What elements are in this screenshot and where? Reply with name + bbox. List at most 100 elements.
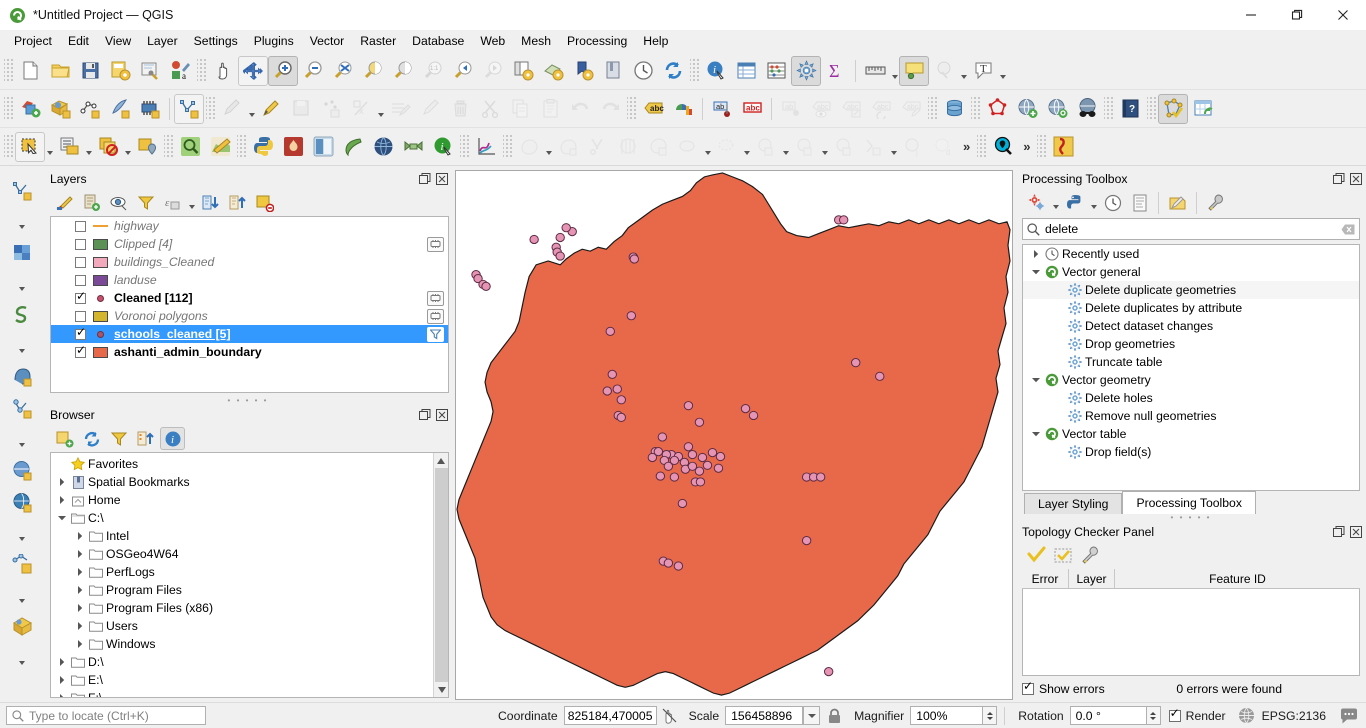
map-point-feature[interactable] [629, 254, 640, 264]
vector-tile-caret[interactable] [18, 580, 27, 610]
topology-error-list[interactable] [1022, 589, 1360, 676]
toggle-extents-icon[interactable] [657, 707, 683, 724]
zoom-in-icon[interactable] [268, 55, 298, 86]
map-point-feature[interactable] [561, 223, 571, 233]
map-point-feature[interactable] [694, 466, 705, 476]
rotation-stepper[interactable] [1145, 706, 1161, 725]
new-gpkg-layer-icon[interactable] [5, 174, 39, 206]
georeferencer-caret[interactable] [544, 132, 553, 162]
run-model-caret[interactable] [1051, 191, 1060, 214]
toolbar-grip[interactable] [4, 96, 13, 121]
browser-item[interactable]: F:\ [51, 689, 448, 697]
show-processing-toolbox-icon[interactable] [791, 55, 821, 86]
toolbar-grip[interactable] [690, 58, 699, 83]
chevron-right-icon[interactable] [73, 617, 86, 635]
add-virtual-layer-icon[interactable] [5, 392, 39, 424]
zoom-last-icon[interactable] [448, 56, 478, 86]
chevron-right-icon[interactable] [73, 635, 86, 653]
layer-visibility-checkbox[interactable] [75, 220, 86, 232]
topology-checker-icon[interactable] [982, 94, 1012, 124]
add-mesh-layer-icon[interactable] [135, 94, 165, 124]
browser-item[interactable]: Program Files [51, 581, 448, 599]
multi-edit-icon[interactable] [385, 94, 415, 124]
new-project-icon[interactable] [15, 56, 45, 86]
undo-icon[interactable] [565, 94, 595, 124]
run-model-icon[interactable] [1024, 191, 1049, 214]
layer-visibility-checkbox[interactable] [75, 256, 86, 268]
browser-item[interactable]: Program Files (x86) [51, 599, 448, 617]
map-point-feature[interactable] [801, 536, 812, 546]
map-point-feature[interactable] [616, 395, 627, 405]
refactor-fields-icon[interactable] [1188, 94, 1218, 124]
layer-visibility-checkbox[interactable] [75, 238, 86, 250]
modify-attributes-icon[interactable]: x [346, 94, 376, 124]
vector-database-icon[interactable]: d [928, 132, 958, 162]
vector-analysis-icon[interactable] [829, 132, 859, 162]
map-point-feature[interactable] [663, 461, 674, 471]
browser-item[interactable]: E:\ [51, 671, 448, 689]
map-point-feature[interactable] [715, 451, 726, 462]
identify-wms-layer-icon[interactable] [1042, 94, 1072, 124]
toggle-editing-icon[interactable] [256, 94, 286, 124]
menu-view[interactable]: View [97, 32, 139, 50]
new-print-layout-icon[interactable] [568, 56, 598, 86]
open-street-map-icon[interactable] [308, 132, 338, 162]
algorithm-group[interactable]: Vector geometry [1023, 371, 1359, 389]
style-manager-icon[interactable]: a [165, 56, 195, 86]
raster-merge-icon[interactable] [613, 132, 643, 162]
expand-all-icon[interactable] [198, 191, 223, 214]
maximize-button[interactable] [1274, 0, 1320, 30]
data-defined-override-icon[interactable] [668, 94, 698, 124]
pin-labels-icon[interactable]: ab [707, 94, 737, 124]
map-point-feature[interactable] [529, 234, 539, 245]
select-by-location-icon[interactable] [132, 132, 162, 162]
layer-item[interactable]: Voronoi polygons [51, 307, 448, 325]
layer-item[interactable]: ashanti_admin_boundary [51, 343, 448, 361]
field-calculator-icon[interactable] [761, 56, 791, 86]
layer-visibility-checkbox[interactable] [75, 344, 86, 358]
identify-features-icon[interactable]: i [701, 56, 731, 86]
raster-projections-icon[interactable] [673, 132, 703, 162]
manage-layer-visibility-icon[interactable] [106, 191, 131, 214]
check-geometries-icon[interactable] [1158, 93, 1188, 124]
map-point-feature[interactable] [815, 472, 826, 482]
vertex-tool-icon[interactable] [316, 94, 346, 124]
toolbar-grip[interactable] [971, 96, 980, 121]
cut-features-icon[interactable] [475, 94, 505, 124]
add-postgis-layer-icon[interactable] [5, 360, 39, 392]
processing-search-input[interactable] [1045, 222, 1341, 236]
vector-geometry-caret[interactable] [820, 132, 829, 162]
add-layer-caret[interactable] [18, 268, 27, 298]
render-checkbox[interactable] [1168, 707, 1181, 722]
menu-plugins[interactable]: Plugins [246, 32, 302, 50]
about-plugin-icon[interactable]: i [428, 132, 458, 162]
chevron-right-icon[interactable] [1029, 245, 1042, 263]
processing-close-icon[interactable] [1349, 172, 1362, 185]
add-spatialite-layer-icon[interactable] [5, 298, 39, 330]
chevron-down-icon[interactable] [1029, 371, 1042, 389]
select-by-expression-icon[interactable] [54, 132, 84, 162]
topology-float-icon[interactable] [1332, 525, 1345, 538]
globe-icon[interactable] [1232, 707, 1262, 724]
map-point-feature[interactable] [555, 251, 565, 261]
help-contents-icon[interactable]: ? [1115, 94, 1145, 124]
layer-item[interactable]: Clipped [4] [51, 235, 448, 253]
memory-layer-icon[interactable] [427, 290, 444, 306]
algorithm-item[interactable]: Delete duplicate geometries [1023, 281, 1359, 299]
edit-model-icon[interactable] [1165, 191, 1190, 214]
algorithm-item[interactable]: Remove null geometries [1023, 407, 1359, 425]
menu-processing[interactable]: Processing [559, 32, 635, 50]
map-point-feature[interactable] [555, 232, 565, 243]
add-vector-layer-icon[interactable] [45, 94, 75, 124]
validate-all-icon[interactable] [1024, 544, 1049, 567]
chevron-right-icon[interactable] [73, 527, 86, 545]
add-wms-layer-icon[interactable] [1012, 94, 1042, 124]
zoom-to-layer-icon[interactable] [388, 56, 418, 86]
open-layer-styling-panel-icon[interactable] [52, 191, 77, 214]
layer-item[interactable]: schools_cleaned [5] [51, 325, 448, 343]
deselect-all-icon[interactable] [93, 132, 123, 162]
processing-algorithm-tree[interactable]: Recently used Vector general Delete duplic… [1022, 244, 1360, 491]
layer-visibility-checkbox[interactable] [75, 290, 86, 304]
map-point-feature[interactable] [740, 404, 751, 414]
open-attribute-table-icon[interactable] [731, 56, 761, 86]
